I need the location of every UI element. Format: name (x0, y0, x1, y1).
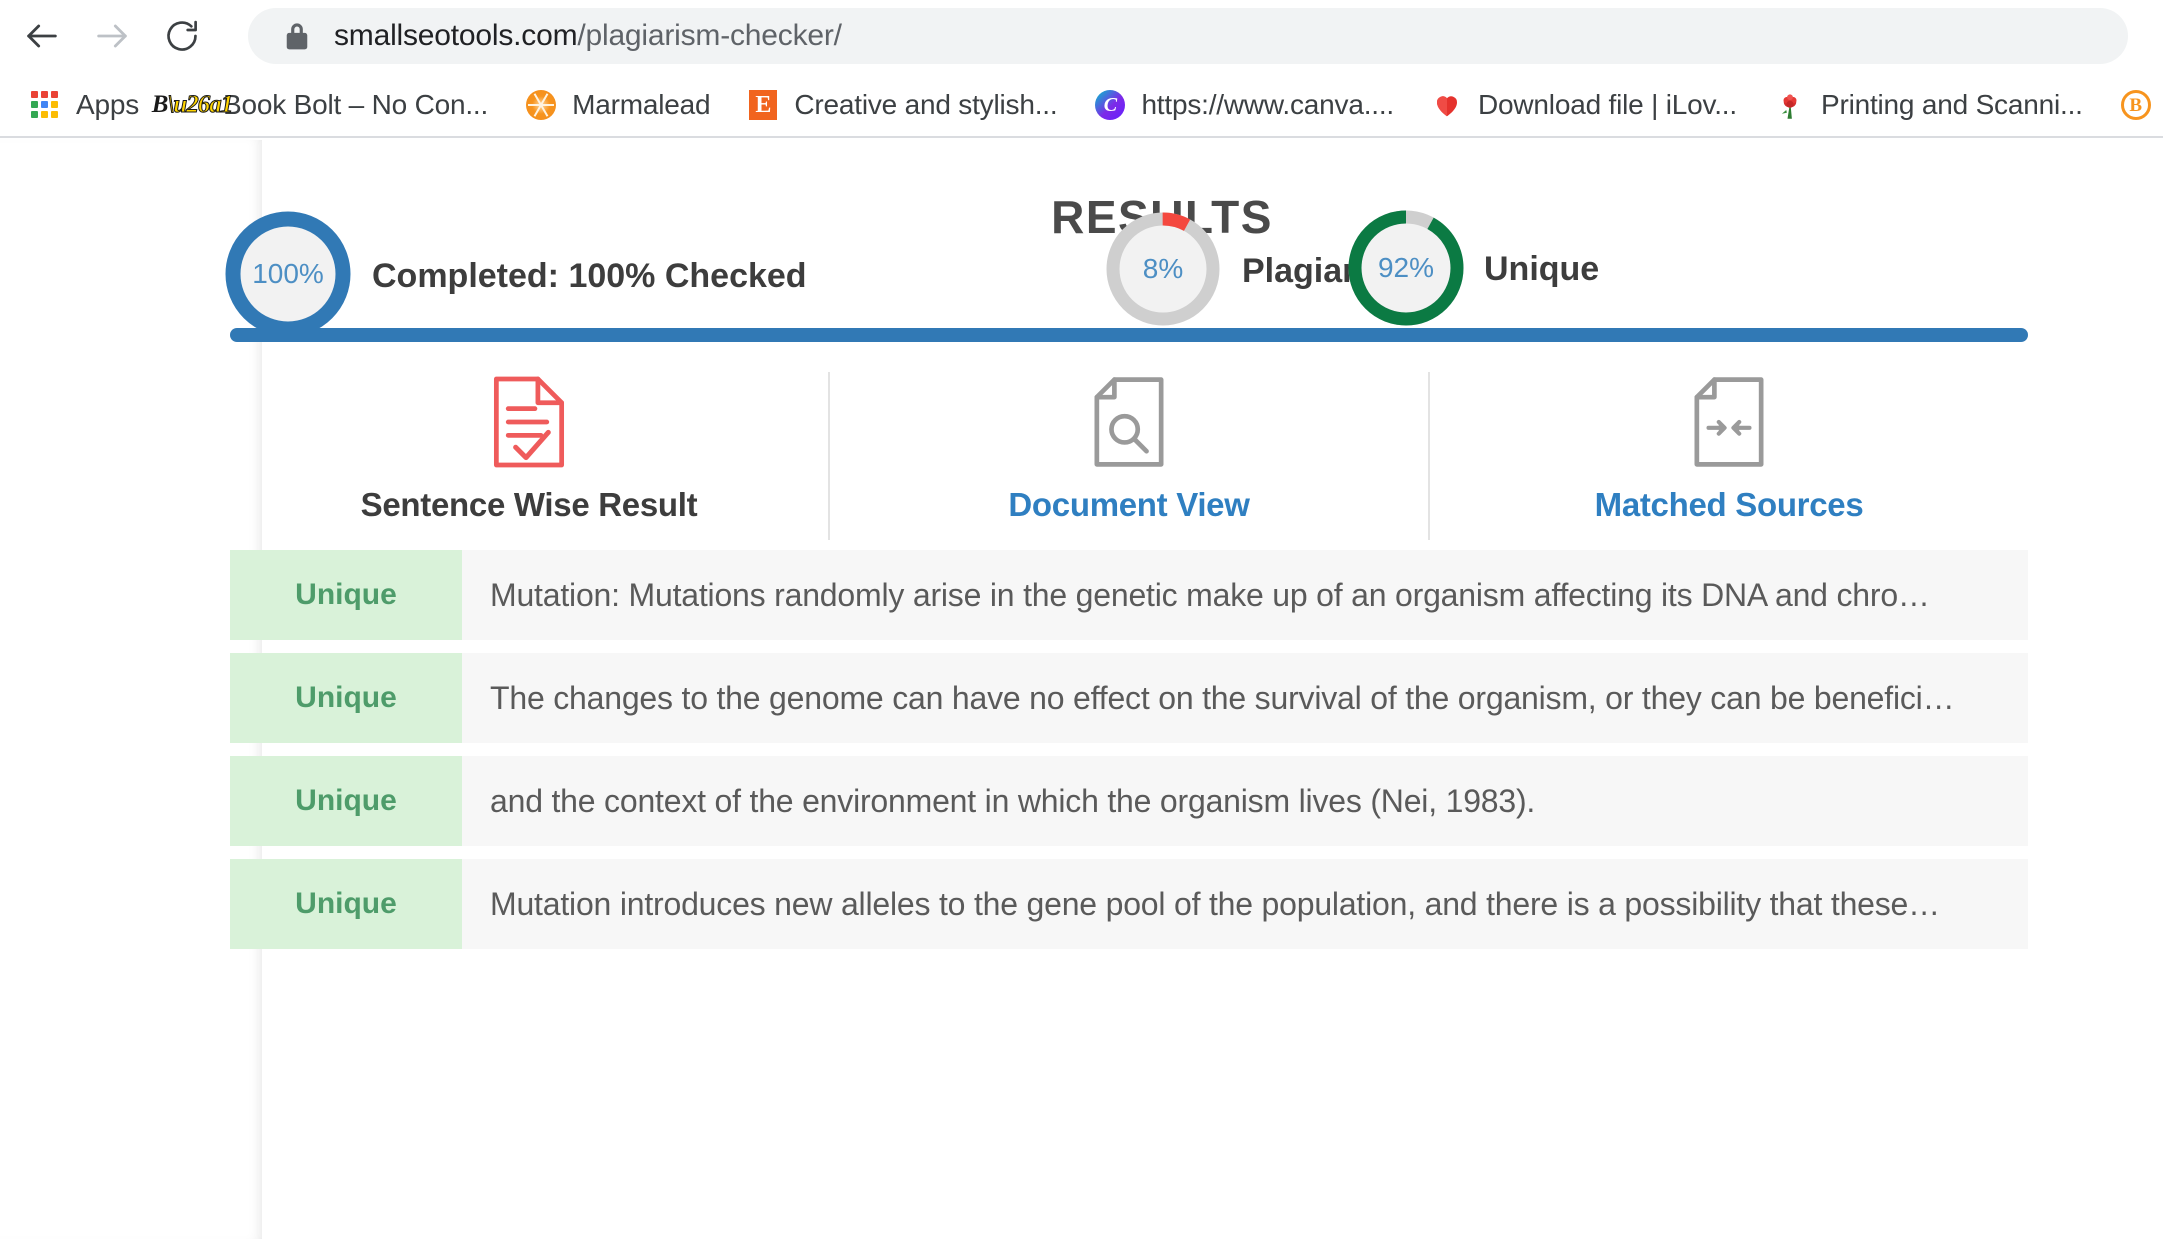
canva-icon: C (1093, 88, 1127, 122)
bookmark-last[interactable]: B (2109, 78, 2163, 132)
tab-sentence-wise-result[interactable]: Sentence Wise Result (230, 372, 828, 540)
url-host: smallseotools.com (334, 19, 578, 52)
table-row[interactable]: Unique Mutation introduces new alleles t… (230, 859, 2028, 949)
bookmarks-bar: Apps B\u26a1 Book Bolt – No Con... Marma… (0, 72, 2163, 138)
sentence-text: and the context of the environment in wh… (490, 782, 1536, 819)
bookmark-ilovepdf[interactable]: Download file | iLov... (1420, 78, 1747, 132)
sentence-result-list: Unique Mutation: Mutations randomly aris… (230, 550, 2028, 962)
browser-chrome: smallseotools.com/plagiarism-checker/ Ap… (0, 0, 2163, 140)
bookmark-label: https://www.canva.... (1141, 89, 1395, 120)
document-check-icon (490, 376, 568, 468)
apps-grid-icon (28, 88, 62, 122)
status-badge: Unique (230, 653, 462, 743)
gauge-unique: 92% (1344, 206, 1468, 330)
back-arrow-icon (22, 16, 62, 56)
bookmark-canva[interactable]: C https://www.canva.... (1083, 78, 1404, 132)
ilovepdf-heart-icon (1430, 88, 1464, 122)
table-row[interactable]: Unique The changes to the genome can hav… (230, 653, 2028, 743)
status-badge: Unique (230, 550, 462, 640)
tab-matched-sources[interactable]: Matched Sources (1428, 372, 2028, 540)
forward-button[interactable] (84, 8, 140, 64)
table-row[interactable]: Unique and the context of the environmen… (230, 756, 2028, 846)
gauge-completed-label: Completed: 100% Checked (372, 257, 807, 295)
gauge-unique-percent: 92% (1377, 252, 1435, 283)
bookmark-book-bolt[interactable]: B\u26a1 Book Bolt – No Con... (151, 78, 498, 132)
gauge-plagiarism: 8% (1102, 208, 1224, 330)
document-arrows-icon (1691, 377, 1767, 467)
reload-button[interactable] (154, 8, 210, 64)
gauge-completed-percent: 100% (252, 258, 324, 289)
reload-icon (163, 17, 201, 55)
bookmark-label: Creative and stylish... (794, 89, 1058, 120)
table-row[interactable]: Unique Mutation: Mutations randomly aris… (230, 550, 2028, 640)
document-search-icon (1091, 377, 1167, 467)
sentence-text: Mutation introduces new alleles to the g… (490, 885, 1940, 922)
bookmark-printing[interactable]: Printing and Scanni... (1763, 78, 2093, 132)
tab-label: Document View (1008, 486, 1250, 523)
page-viewport: RESULTS 100% Completed: 100% Checked 8% … (0, 140, 2163, 1239)
status-badge: Unique (230, 859, 462, 949)
result-tabs: Sentence Wise Result Document View Match… (230, 372, 2028, 540)
etsy-icon: E (746, 88, 780, 122)
bookmark-etsy[interactable]: E Creative and stylish... (736, 78, 1067, 132)
plagiarism-results-panel: RESULTS 100% Completed: 100% Checked 8% … (225, 140, 2163, 1239)
bookmark-apps[interactable]: Apps (18, 78, 149, 132)
forward-arrow-icon (92, 16, 132, 56)
lock-icon[interactable] (284, 21, 310, 51)
bookmark-label: Book Bolt – No Con... (223, 89, 489, 120)
bookmark-label: Apps (76, 89, 140, 120)
flower-icon (1773, 88, 1807, 122)
url-path: /plagiarism-checker/ (577, 19, 842, 52)
bookmark-label: Download file | iLov... (1478, 89, 1737, 120)
bookmark-marmalead[interactable]: Marmalead (514, 78, 720, 132)
back-button[interactable] (14, 8, 70, 64)
orange-b-circle-icon: B (2119, 88, 2153, 122)
address-bar[interactable]: smallseotools.com/plagiarism-checker/ (248, 8, 2128, 64)
gauge-completed: 100% (222, 208, 354, 340)
book-bolt-icon: B\u26a1 (151, 91, 234, 119)
tab-label: Sentence Wise Result (360, 486, 698, 523)
sentence-text: Mutation: Mutations randomly arise in th… (490, 576, 1930, 613)
gauge-unique-label: Unique (1484, 250, 1600, 288)
status-badge: Unique (230, 756, 462, 846)
progress-bar (230, 328, 2028, 342)
bookmark-label: Marmalead (572, 89, 711, 120)
browser-toolbar: smallseotools.com/plagiarism-checker/ (0, 0, 2163, 72)
tab-document-view[interactable]: Document View (828, 372, 1428, 540)
gauge-plagiarism-percent: 8% (1142, 253, 1184, 284)
url-text: smallseotools.com/plagiarism-checker/ (334, 19, 842, 53)
marmalead-orange-icon (524, 88, 558, 122)
tab-label: Matched Sources (1594, 486, 1864, 523)
sentence-text: The changes to the genome can have no ef… (490, 679, 1955, 716)
bookmark-label: Printing and Scanni... (1820, 89, 2083, 120)
